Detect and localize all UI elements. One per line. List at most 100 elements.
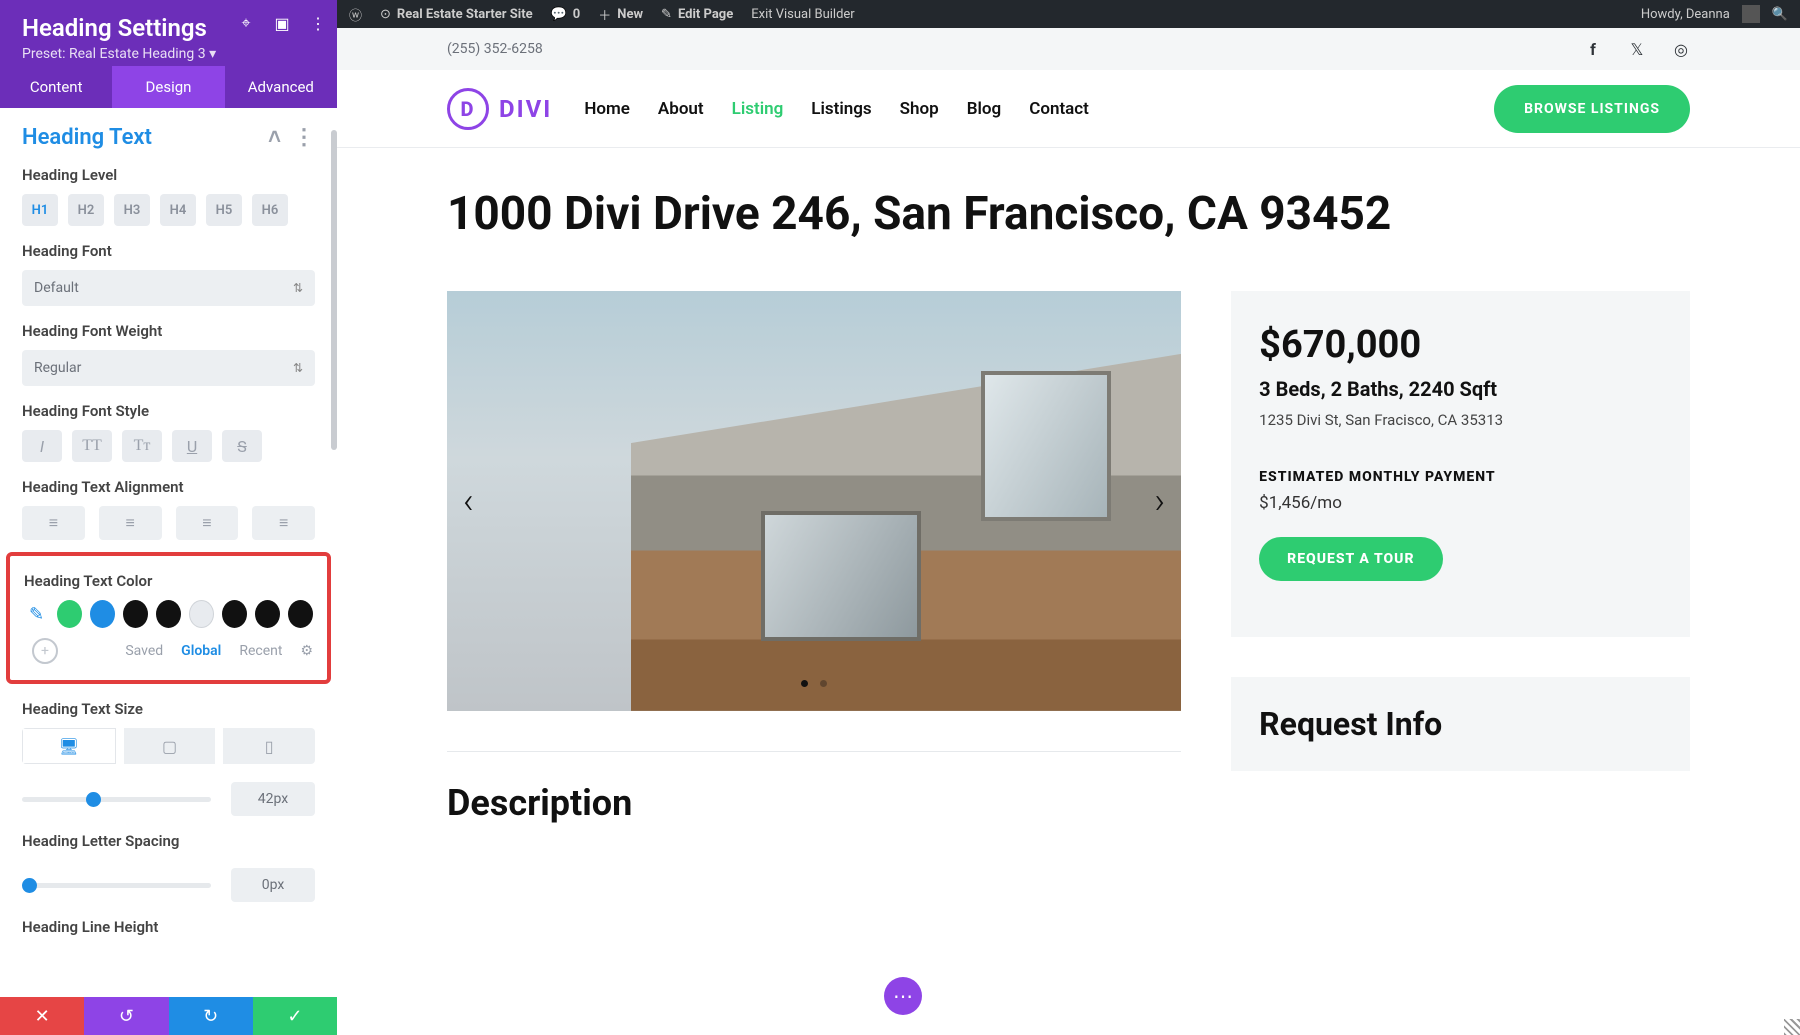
redo-button[interactable]: ↻ [169, 997, 253, 1035]
preset-selector[interactable]: Preset: Real Estate Heading 3 ▾ [22, 46, 315, 62]
edit-page-link[interactable]: ✎ Edit Page [661, 7, 733, 22]
align-center[interactable]: ≡ [99, 506, 162, 540]
save-button[interactable]: ✓ [253, 997, 337, 1035]
exit-visual-builder-link[interactable]: Exit Visual Builder [751, 7, 854, 22]
align-left[interactable]: ≡ [22, 506, 85, 540]
slider-dots [801, 680, 827, 687]
nav-blog[interactable]: Blog [967, 99, 1002, 119]
heading-level-h1[interactable]: H1 [22, 194, 58, 226]
weight-select[interactable]: Regular ⇅ [22, 350, 315, 386]
eyedropper-icon[interactable]: ✎ [24, 600, 49, 628]
cancel-button[interactable]: ✕ [0, 997, 84, 1035]
swatch-tab-global[interactable]: Global [181, 643, 221, 659]
swatch-row: ✎ [24, 600, 313, 628]
nav-shop[interactable]: Shop [900, 99, 939, 119]
heading-level-h3[interactable]: H3 [114, 194, 150, 226]
slider-prev-button[interactable]: ‹ [463, 480, 474, 522]
swatch-settings-icon[interactable]: ⚙ [300, 643, 313, 659]
align-right[interactable]: ≡ [176, 506, 239, 540]
style-underline[interactable]: U [172, 430, 212, 462]
swatch-black-1[interactable] [123, 600, 148, 628]
font-select[interactable]: Default ⇅ [22, 270, 315, 306]
browse-listings-button[interactable]: BROWSE LISTINGS [1494, 85, 1690, 133]
nav-home[interactable]: Home [584, 99, 630, 119]
swatch-black-4[interactable] [255, 600, 280, 628]
swatch-black-2[interactable] [156, 600, 181, 628]
listing-address: 1235 Divi St, San Fracisco, CA 35313 [1259, 411, 1662, 429]
heading-level-h5[interactable]: H5 [206, 194, 242, 226]
align-justify[interactable]: ≡ [252, 506, 315, 540]
style-italic[interactable]: I [22, 430, 62, 462]
user-avatar-icon[interactable] [1742, 5, 1760, 23]
sidebar-tabs: Content Design Advanced [0, 66, 337, 108]
focus-icon[interactable]: ⌖ [237, 14, 255, 32]
text-size-slider[interactable] [22, 797, 211, 802]
comments-link[interactable]: 💬 0 [551, 7, 581, 22]
slider-dot-2[interactable] [820, 680, 827, 687]
expand-icon[interactable]: ▣ [273, 14, 291, 32]
logo-text: DIVI [499, 95, 552, 123]
wp-logo-icon[interactable]: ⓦ [349, 5, 362, 24]
slider-next-button[interactable]: › [1154, 480, 1165, 522]
style-smallcaps[interactable]: Tᴛ [122, 430, 162, 462]
sidebar-footer: ✕ ↺ ↻ ✓ [0, 997, 337, 1035]
heading-level-h6[interactable]: H6 [252, 194, 288, 226]
swatch-tab-recent[interactable]: Recent [239, 643, 282, 659]
nav-about[interactable]: About [658, 99, 704, 119]
swatch-tabs: + Saved Global Recent ⚙ [68, 638, 313, 664]
builder-fab-button[interactable]: ⋯ [884, 977, 922, 1015]
tab-design[interactable]: Design [112, 66, 224, 108]
highlighted-region: Heading Text Color ✎ + Saved Global Rece… [6, 552, 331, 684]
swatch-green[interactable] [57, 600, 82, 628]
page-title: 1000 Divi Drive 246, San Francisco, CA 9… [447, 188, 1690, 241]
facebook-icon[interactable]: f [1584, 40, 1602, 58]
swatch-light[interactable] [189, 600, 214, 628]
device-phone[interactable]: ▯ [223, 728, 315, 764]
heading-level-h4[interactable]: H4 [160, 194, 196, 226]
style-strikethrough[interactable]: S [222, 430, 262, 462]
section-more-icon[interactable]: ⋮ [293, 125, 315, 150]
slider-dot-1[interactable] [801, 680, 808, 687]
x-icon[interactable]: 𝕏 [1628, 40, 1646, 58]
new-link[interactable]: ＋ New [598, 5, 643, 24]
nav-listing[interactable]: Listing [732, 99, 784, 119]
device-desktop[interactable]: 🖥 [22, 728, 116, 764]
section-heading-text[interactable]: Heading Text ˄ ⋮ [22, 124, 315, 150]
site-logo[interactable]: D DIVI [447, 88, 552, 130]
nav-listings[interactable]: Listings [811, 99, 871, 119]
nav-contact[interactable]: Contact [1029, 99, 1089, 119]
label-letter-spacing: Heading Letter Spacing [22, 832, 315, 850]
heading-level-h2[interactable]: H2 [68, 194, 104, 226]
tab-advanced[interactable]: Advanced [225, 66, 337, 108]
content-columns: ‹ › Description $670,000 3 Beds, 2 Baths… [447, 291, 1690, 824]
device-tablet[interactable]: ▢ [124, 728, 216, 764]
letter-spacing-slider-row: 0px [22, 868, 315, 902]
site-name[interactable]: ⊙ Real Estate Starter Site [380, 7, 533, 22]
instagram-icon[interactable]: ◎ [1672, 40, 1690, 58]
swatch-blue[interactable] [90, 600, 115, 628]
add-swatch-button[interactable]: + [32, 638, 58, 664]
section-title-text: Heading Text [22, 125, 152, 150]
swatch-tab-saved[interactable]: Saved [125, 643, 163, 659]
heading-level-group: H1 H2 H3 H4 H5 H6 [22, 194, 315, 226]
letter-spacing-value[interactable]: 0px [231, 868, 315, 902]
site-nav: D DIVI Home About Listing Listings Shop … [337, 70, 1800, 148]
more-icon[interactable]: ⋮ [309, 14, 327, 32]
swatch-black-3[interactable] [222, 600, 247, 628]
style-uppercase[interactable]: TT [72, 430, 112, 462]
social-icons: f 𝕏 ◎ [1584, 40, 1690, 58]
search-icon[interactable]: 🔍 [1772, 7, 1788, 22]
request-tour-button[interactable]: REQUEST A TOUR [1259, 537, 1442, 581]
howdy-user[interactable]: Howdy, Deanna [1641, 7, 1730, 22]
letter-spacing-slider[interactable] [22, 883, 211, 888]
price-card: $670,000 3 Beds, 2 Baths, 2240 Sqft 1235… [1231, 291, 1690, 637]
device-tabs: 🖥 ▢ ▯ [22, 728, 315, 764]
resize-handle-icon[interactable] [1784, 1019, 1800, 1035]
swatch-black-5[interactable] [288, 600, 313, 628]
undo-button[interactable]: ↺ [84, 997, 168, 1035]
text-size-value[interactable]: 42px [231, 782, 315, 816]
tab-content[interactable]: Content [0, 66, 112, 108]
listing-price: $670,000 [1259, 323, 1662, 367]
chevron-up-icon[interactable]: ˄ [268, 124, 281, 150]
page-content: 1000 Divi Drive 246, San Francisco, CA 9… [337, 148, 1800, 824]
